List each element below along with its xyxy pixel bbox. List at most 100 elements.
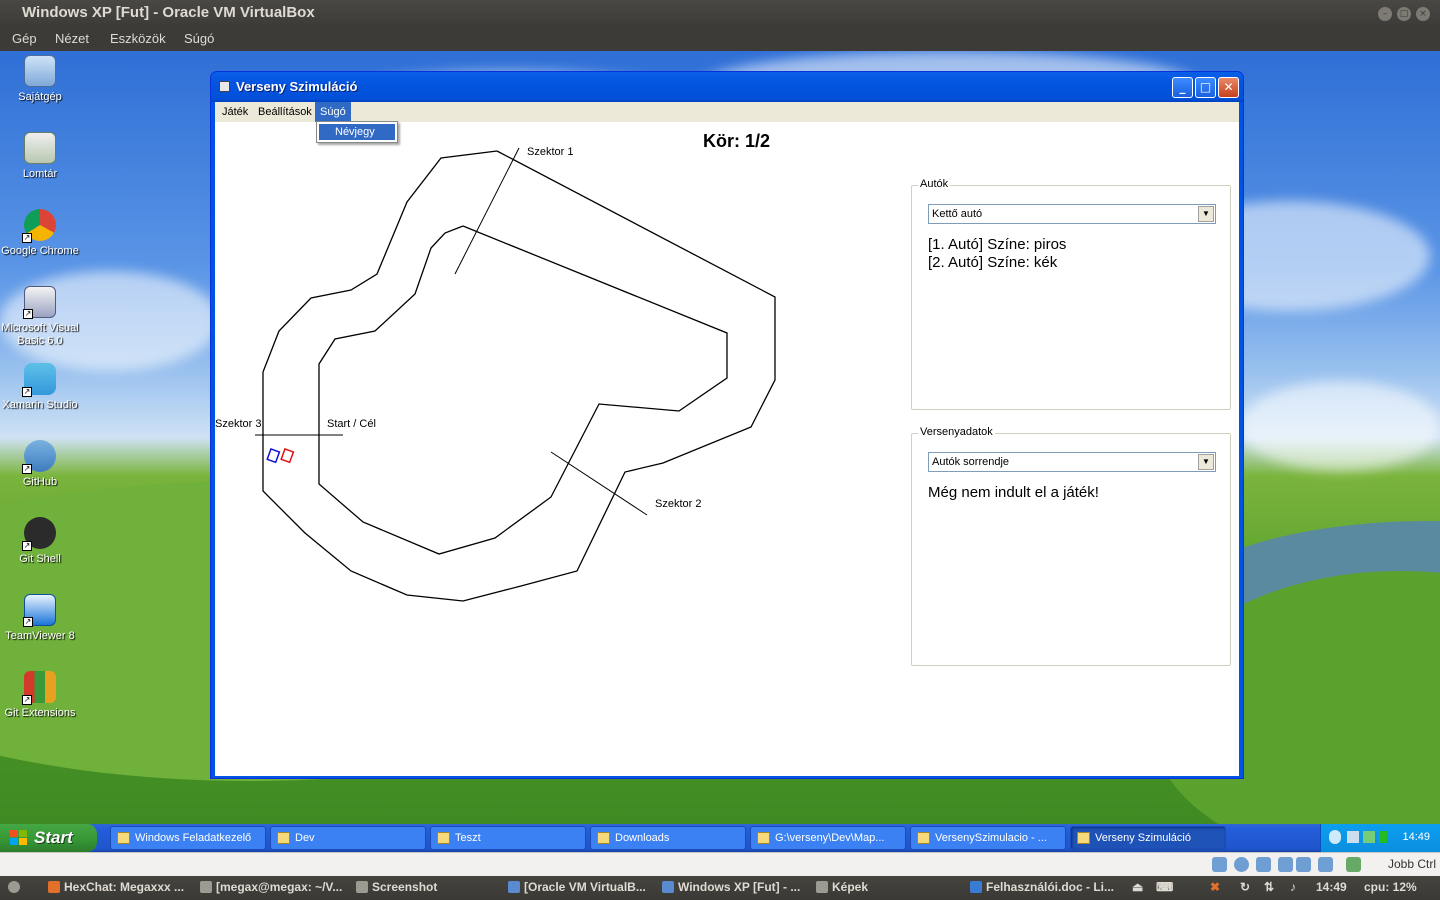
host-maximize-button[interactable]: □ <box>1397 7 1411 21</box>
menu-sugo[interactable]: Súgó <box>315 102 351 122</box>
panel-task-windows-xp[interactable]: Windows XP [Fut] - ... <box>662 880 800 894</box>
desktop-icon-my-computer[interactable]: Sajátgép <box>0 55 80 104</box>
host-menu-sugo[interactable]: Súgó <box>184 31 214 46</box>
my-computer-icon <box>24 55 56 87</box>
host-menu-nezet[interactable]: Nézet <box>55 31 89 46</box>
folder-icon <box>816 881 828 893</box>
car-blue <box>266 447 281 464</box>
battery-icon[interactable] <box>1379 831 1387 843</box>
chevron-down-icon[interactable]: ▼ <box>1198 206 1214 222</box>
app-titlebar[interactable]: Verseny Szimuláció _ □ ✕ <box>211 72 1243 102</box>
start-finish-label: Start / Cél <box>327 418 376 430</box>
start-button[interactable]: Start <box>0 824 97 852</box>
panel-task-terminal[interactable]: [megax@megax: ~/V... <box>200 880 342 894</box>
hexchat-icon <box>48 881 60 893</box>
help-dropdown-menu: Névjegy <box>316 121 398 143</box>
desktop-icon-git-shell[interactable]: ↗ Git Shell <box>0 517 80 566</box>
host-menu-icon[interactable] <box>8 880 24 894</box>
task-downloads-folder[interactable]: Downloads <box>590 826 746 850</box>
chrome-icon: ↗ <box>22 209 56 243</box>
mouse-integration-icon[interactable] <box>1346 857 1361 872</box>
desktop-icon-recycle-bin[interactable]: Lomtár <box>0 132 80 181</box>
track-outer-edge <box>262 150 776 602</box>
hexchat-tray-icon[interactable]: ✖ <box>1210 880 1220 894</box>
shortcut-arrow-icon: ↗ <box>22 695 32 705</box>
menu-item-nevjegy[interactable]: Névjegy <box>319 124 395 140</box>
task-race-simulation[interactable]: Verseny Szimuláció <box>1070 826 1226 850</box>
keyboard-icon[interactable]: ⌨ <box>1156 880 1173 894</box>
hard-disk-icon[interactable] <box>1212 857 1227 872</box>
desktop-icon-xamarin[interactable]: ↗ Xamarin Studio <box>0 363 80 412</box>
network-adapter-icon[interactable] <box>1278 857 1293 872</box>
chevron-down-icon[interactable]: ▼ <box>1198 454 1214 470</box>
shared-folders-icon[interactable] <box>1296 857 1311 872</box>
panel-task-kepek[interactable]: Képek <box>816 880 868 894</box>
virtualbox-status-bar: Jobb Ctrl <box>0 852 1440 876</box>
race-data-select[interactable]: Autók sorrendje ▼ <box>928 452 1216 472</box>
terminal-icon <box>200 881 212 893</box>
car-count-select[interactable]: Kettő autó ▼ <box>928 204 1216 224</box>
volume-icon[interactable]: ♪ <box>1290 880 1296 894</box>
host-close-button[interactable]: × <box>1416 7 1430 21</box>
usb-icon[interactable] <box>1256 857 1271 872</box>
folder-icon <box>597 832 610 844</box>
security-icon[interactable] <box>1363 831 1375 843</box>
host-minimize-button[interactable]: – <box>1378 7 1392 21</box>
panel-task-screenshot[interactable]: Screenshot <box>356 880 437 894</box>
panel-task-libreoffice[interactable]: Felhasználói.doc - Li... <box>970 880 1114 894</box>
race-status-message: Még nem indult el a játék! <box>928 484 1099 501</box>
network-icon[interactable] <box>1347 831 1359 843</box>
desktop-icon-teamviewer[interactable]: ↗ TeamViewer 8 <box>0 594 80 643</box>
task-map-editor[interactable]: G:\verseny\Dev\Map... <box>750 826 906 850</box>
panel-task-hexchat[interactable]: HexChat: Megaxxx ... <box>48 880 184 894</box>
network-icon[interactable]: ⇅ <box>1264 880 1274 894</box>
sector-2-label: Szektor 2 <box>655 498 702 510</box>
host-window-title: Windows XP [Fut] - Oracle VM VirtualBox <box>22 4 315 21</box>
shortcut-arrow-icon: ↗ <box>23 309 33 319</box>
xp-clock[interactable]: 14:49 <box>1402 831 1430 843</box>
car-info-line-1: [1. Autó] Színe: piros <box>928 236 1067 253</box>
lap-counter: Kör: 1/2 <box>703 131 771 151</box>
task-task-manager[interactable]: Windows Feladatkezelő <box>110 826 266 850</box>
close-button[interactable]: ✕ <box>1218 77 1239 98</box>
panel-task-virtualbox-manager[interactable]: [Oracle VM VirtualB... <box>508 880 646 894</box>
host-menu-gep[interactable]: Gép <box>12 31 37 46</box>
menu-beallitasok[interactable]: Beállítások <box>253 102 317 122</box>
desktop-icon-visual-basic[interactable]: ↗ Microsoft Visual Basic 6.0 <box>0 286 80 348</box>
app-client-area: Játék Beállítások Súgó Kör: 1/2 Szektor … <box>215 102 1239 776</box>
host-clock[interactable]: 14:49 <box>1316 880 1347 894</box>
windows-flag-icon <box>10 830 27 845</box>
host-menu-eszkozok[interactable]: Eszközök <box>110 31 166 46</box>
folder-icon <box>277 832 290 844</box>
desktop-icon-github[interactable]: ↗ GitHub <box>0 440 80 489</box>
display-icon[interactable] <box>1318 857 1333 872</box>
sector-3-label: Szektor 3 <box>215 418 262 430</box>
host-key-label: Jobb Ctrl <box>1387 857 1436 871</box>
eject-icon[interactable]: ⏏ <box>1132 880 1143 894</box>
car-red <box>280 447 295 464</box>
shortcut-arrow-icon: ↗ <box>23 617 33 627</box>
desktop-icon-git-extensions[interactable]: ↗ Git Extensions <box>0 671 80 720</box>
sector-2-line <box>550 451 648 516</box>
github-icon: ↗ <box>22 440 56 474</box>
menu-jatek[interactable]: Játék <box>217 102 253 122</box>
task-teszt-folder[interactable]: Teszt <box>430 826 586 850</box>
task-manager-icon <box>117 832 130 844</box>
maximize-button[interactable]: □ <box>1195 77 1216 98</box>
optical-drive-icon[interactable] <box>1234 857 1249 872</box>
app-menubar: Játék Beállítások Súgó <box>215 102 1239 122</box>
git-shell-icon: ↗ <box>22 517 56 551</box>
host-panel: HexChat: Megaxxx ... [megax@megax: ~/V..… <box>0 876 1440 900</box>
car-info-list: [1. Autó] Színe: piros [2. Autó] Színe: … <box>928 236 1066 272</box>
task-dev-folder[interactable]: Dev <box>270 826 426 850</box>
desktop-icon-chrome[interactable]: ↗ Google Chrome <box>0 209 80 258</box>
document-icon <box>970 881 982 893</box>
race-simulation-window: Verseny Szimuláció _ □ ✕ Játék Beállítás… <box>210 71 1244 779</box>
task-visual-studio[interactable]: VersenySzimulacio - ... <box>910 826 1066 850</box>
sync-icon[interactable]: ↻ <box>1240 880 1250 894</box>
minimize-button[interactable]: _ <box>1172 77 1193 98</box>
start-label: Start <box>34 828 73 847</box>
tray-expand-icon[interactable] <box>1329 830 1341 844</box>
race-data-value: Autók sorrendje <box>932 456 1010 468</box>
app-window-icon[interactable] <box>219 81 230 92</box>
